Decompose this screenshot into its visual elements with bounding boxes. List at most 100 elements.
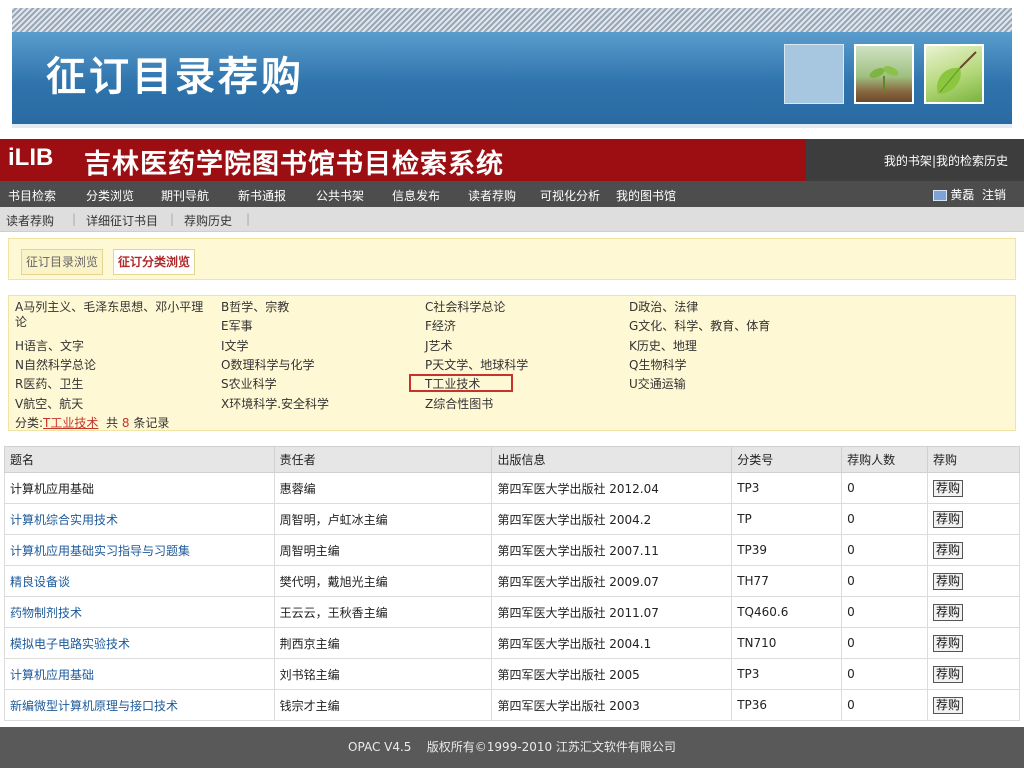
menu-item-public-shelf[interactable]: 公共书架 bbox=[316, 187, 364, 204]
my-shelf-link[interactable]: 我的书架 bbox=[884, 154, 932, 168]
menu-item-recommend[interactable]: 读者荐购 bbox=[468, 187, 516, 204]
book-title[interactable]: 模拟电子电路实验技术 bbox=[4, 627, 275, 659]
book-recommend-count: 0 bbox=[841, 472, 929, 504]
book-recommend-count: 0 bbox=[841, 565, 929, 597]
book-title[interactable]: 计算机应用基础 bbox=[4, 658, 275, 690]
opac-header: iLIB 吉林医药学院图书馆书目检索系统 bbox=[0, 139, 806, 181]
book-class: TP3 bbox=[731, 472, 843, 504]
table-header-row: 题名 责任者 出版信息 分类号 荐购人数 荐购 bbox=[4, 446, 1020, 473]
table-row: 计算机综合实用技术 周智明，卢虹冰主编 第四军医大学出版社 2004.2 TP … bbox=[4, 503, 1020, 535]
logout-link[interactable]: 注销 bbox=[982, 188, 1006, 202]
status-category-link[interactable]: T工业技术 bbox=[43, 416, 98, 430]
status-count: 8 bbox=[121, 416, 130, 430]
book-class: TP bbox=[731, 503, 843, 535]
menu-item-visualization[interactable]: 可视化分析 bbox=[540, 187, 600, 204]
book-class: TN710 bbox=[731, 627, 843, 659]
submenu-item-history[interactable]: 荐购历史 bbox=[184, 212, 232, 229]
book-title[interactable]: 药物制剂技术 bbox=[4, 596, 275, 628]
recommend-button[interactable]: 荐购 bbox=[933, 510, 964, 528]
table-row: 计算机应用基础 刘书铭主编 第四军医大学出版社 2005 TP3 0 荐购 bbox=[4, 658, 1020, 690]
status-count-prefix: 共 bbox=[106, 416, 119, 430]
category-K[interactable]: K历史、地理 bbox=[629, 339, 697, 354]
recommend-button[interactable]: 荐购 bbox=[933, 665, 964, 683]
book-author: 周智明，卢虹冰主编 bbox=[273, 503, 493, 535]
results-table: 题名 责任者 出版信息 分类号 荐购人数 荐购 计算机应用基础 惠蓉编 第四军医… bbox=[4, 446, 1020, 721]
header-links-bar: 我的书架|我的检索历史 bbox=[806, 139, 1024, 181]
slide-title: 征订目录荐购 bbox=[46, 54, 304, 100]
category-F[interactable]: F经济 bbox=[425, 319, 456, 334]
menu-item-new-books[interactable]: 新书通报 bbox=[238, 187, 286, 204]
book-recommend-count: 0 bbox=[841, 658, 929, 690]
menu-item-my-library[interactable]: 我的图书馆 bbox=[616, 187, 676, 204]
submenu-item-catalog[interactable]: 详细征订书目 bbox=[86, 212, 158, 229]
category-S[interactable]: S农业科学 bbox=[221, 377, 277, 392]
book-publication: 第四军医大学出版社 2005 bbox=[491, 658, 733, 690]
column-header-count: 荐购人数 bbox=[841, 446, 929, 473]
book-title[interactable]: 计算机应用基础实习指导与习题集 bbox=[4, 534, 275, 566]
sprout-image bbox=[854, 44, 914, 104]
column-header-class: 分类号 bbox=[731, 446, 843, 473]
category-A[interactable]: A马列主义、毛泽东思想、邓小平理论 bbox=[15, 300, 205, 330]
submenu-item-recommend[interactable]: 读者荐购 bbox=[6, 212, 54, 229]
user-card-icon bbox=[933, 190, 948, 201]
book-title[interactable]: 计算机综合实用技术 bbox=[4, 503, 275, 535]
category-O[interactable]: O数理科学与化学 bbox=[221, 358, 314, 373]
status-prefix: 分类: bbox=[15, 416, 44, 430]
category-X[interactable]: X环境科学.安全科学 bbox=[221, 397, 329, 412]
category-J[interactable]: J艺术 bbox=[425, 339, 453, 354]
menu-item-journals[interactable]: 期刊导航 bbox=[161, 187, 209, 204]
book-title[interactable]: 计算机应用基础 bbox=[4, 472, 275, 504]
book-recommend-count: 0 bbox=[841, 503, 929, 535]
tab-category-browse[interactable]: 征订分类浏览 bbox=[113, 249, 196, 275]
book-publication: 第四军医大学出版社 2011.07 bbox=[491, 596, 733, 628]
category-I[interactable]: I文学 bbox=[221, 339, 249, 354]
category-C[interactable]: C社会科学总论 bbox=[425, 300, 505, 315]
category-B[interactable]: B哲学、宗教 bbox=[221, 300, 289, 315]
category-Z[interactable]: Z综合性图书 bbox=[425, 397, 493, 412]
category-U[interactable]: U交通运输 bbox=[629, 377, 686, 392]
submenu-separator: | bbox=[72, 212, 77, 226]
book-author: 荆西京主编 bbox=[273, 627, 493, 659]
my-history-link[interactable]: 我的检索历史 bbox=[936, 154, 1008, 168]
menu-item-search[interactable]: 书目检索 bbox=[8, 187, 56, 204]
book-recommend-count: 0 bbox=[841, 627, 929, 659]
category-G[interactable]: G文化、科学、教育、体育 bbox=[629, 319, 770, 334]
category-N[interactable]: N自然科学总论 bbox=[15, 358, 96, 373]
category-E[interactable]: E军事 bbox=[221, 319, 253, 334]
recommend-button[interactable]: 荐购 bbox=[933, 603, 964, 621]
menu-item-browse[interactable]: 分类浏览 bbox=[86, 187, 134, 204]
category-P[interactable]: P天文学、地球科学 bbox=[425, 358, 528, 373]
category-D[interactable]: D政治、法律 bbox=[629, 300, 698, 315]
recommend-button[interactable]: 荐购 bbox=[933, 634, 964, 652]
column-header-title: 题名 bbox=[4, 446, 275, 473]
book-author: 樊代明，戴旭光主编 bbox=[273, 565, 493, 597]
user-name: 黄磊 bbox=[950, 188, 975, 202]
recommend-button[interactable]: 荐购 bbox=[933, 696, 964, 714]
recommend-button[interactable]: 荐购 bbox=[933, 541, 964, 559]
table-row: 精良设备谈 樊代明，戴旭光主编 第四军医大学出版社 2009.07 TH77 0… bbox=[4, 565, 1020, 597]
book-recommend-count: 0 bbox=[841, 596, 929, 628]
category-R[interactable]: R医药、卫生 bbox=[15, 377, 83, 392]
book-title[interactable]: 新编微型计算机原理与接口技术 bbox=[4, 689, 275, 721]
category-V[interactable]: V航空、航天 bbox=[15, 397, 83, 412]
book-author: 惠蓉编 bbox=[273, 472, 493, 504]
book-publication: 第四军医大学出版社 2004.2 bbox=[491, 503, 733, 535]
category-H[interactable]: H语言、文字 bbox=[15, 339, 84, 354]
book-publication: 第四军医大学出版社 2012.04 bbox=[491, 472, 733, 504]
recommend-button[interactable]: 荐购 bbox=[933, 479, 964, 497]
book-title[interactable]: 精良设备谈 bbox=[4, 565, 275, 597]
book-class: TQ460.6 bbox=[731, 596, 843, 628]
book-recommend-count: 0 bbox=[841, 689, 929, 721]
column-header-publication: 出版信息 bbox=[491, 446, 733, 473]
submenu-separator: | bbox=[246, 212, 251, 226]
menu-item-info[interactable]: 信息发布 bbox=[392, 187, 440, 204]
table-row: 计算机应用基础实习指导与习题集 周智明主编 第四军医大学出版社 2007.11 … bbox=[4, 534, 1020, 566]
decorative-square bbox=[784, 44, 844, 104]
category-Q[interactable]: Q生物科学 bbox=[629, 358, 686, 373]
category-status: 分类:T工业技术 共 8 条记录 bbox=[15, 414, 169, 431]
book-class: TH77 bbox=[731, 565, 843, 597]
main-menu: 书目检索 分类浏览 期刊导航 新书通报 公共书架 信息发布 读者荐购 可视化分析… bbox=[0, 181, 1024, 207]
recommend-button[interactable]: 荐购 bbox=[933, 572, 964, 590]
table-row: 计算机应用基础 惠蓉编 第四军医大学出版社 2012.04 TP3 0 荐购 bbox=[4, 472, 1020, 504]
tab-catalog-browse[interactable]: 征订目录浏览 bbox=[21, 249, 104, 275]
